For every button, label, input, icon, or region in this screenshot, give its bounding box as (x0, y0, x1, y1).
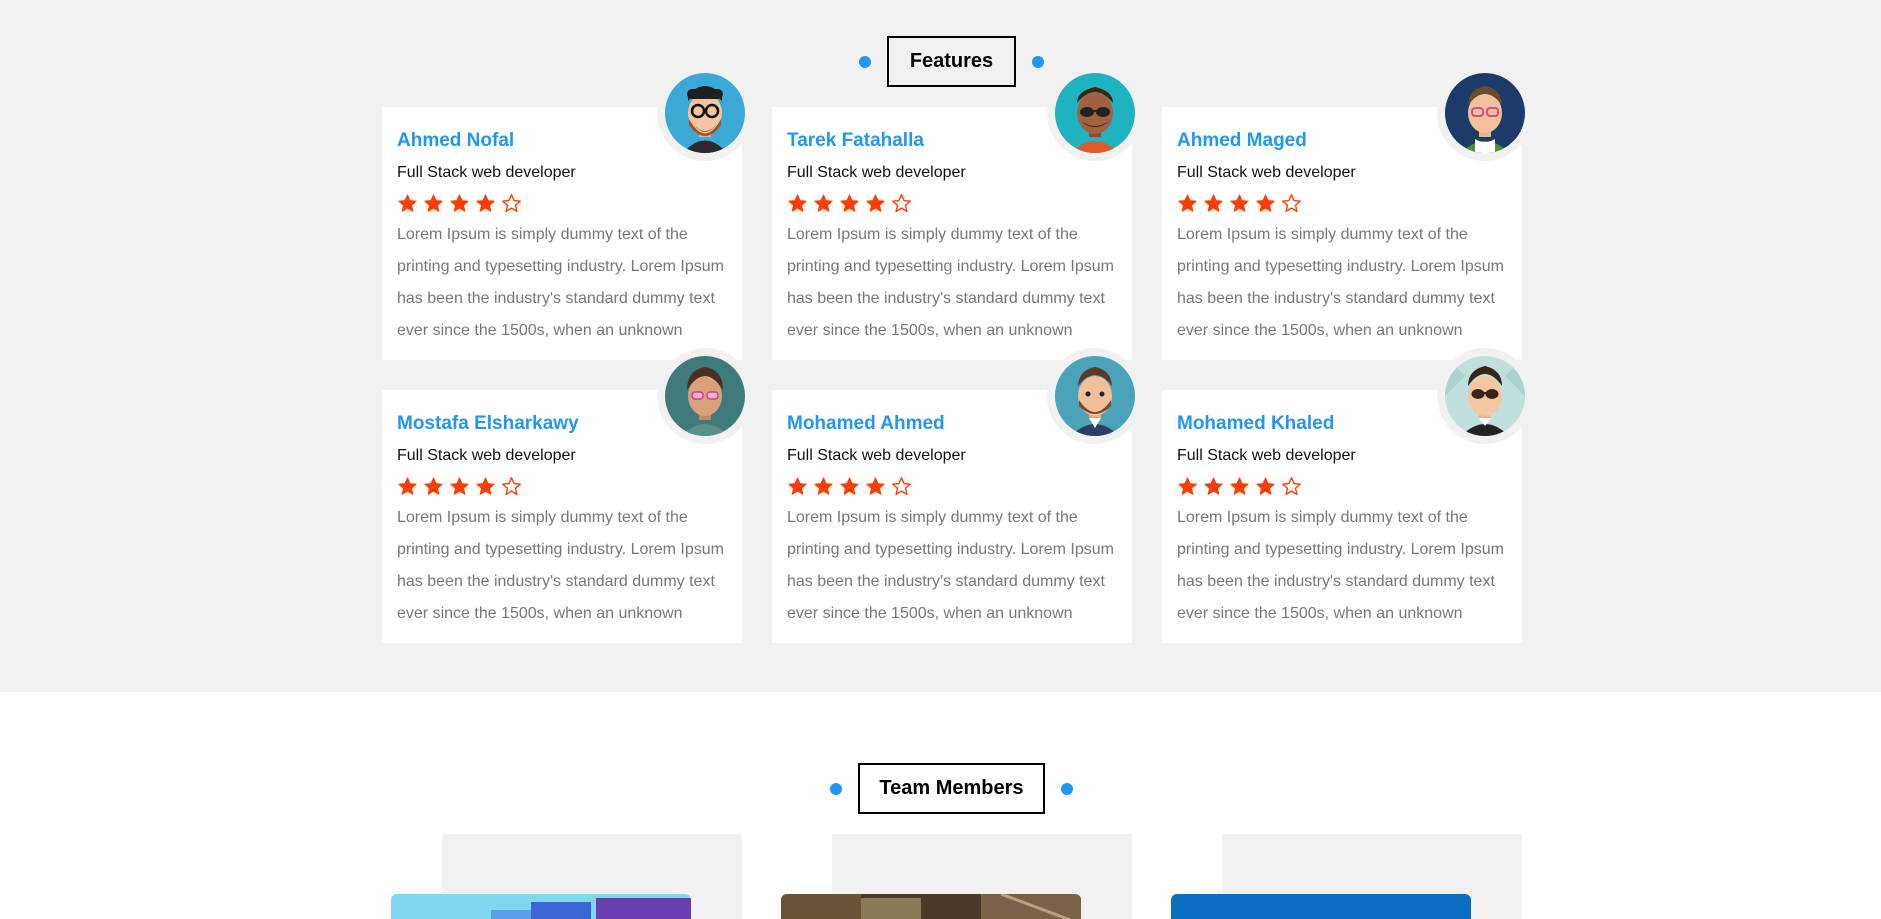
member-role: Full Stack web developer (1177, 447, 1356, 464)
heading-dot-right (1032, 56, 1044, 68)
avatar-frame (1437, 65, 1533, 161)
star-rating (1177, 192, 1508, 214)
team-member-photo (781, 894, 1081, 919)
star-filled-icon (866, 193, 885, 212)
star-filled-icon (1230, 476, 1249, 495)
star-rating (397, 475, 728, 497)
star-outline-icon (892, 193, 911, 212)
star-outline-icon (502, 193, 521, 212)
avatar (1055, 356, 1135, 436)
star-rating (787, 475, 1118, 497)
star-filled-icon (476, 476, 495, 495)
member-role: Full Stack web developer (397, 164, 576, 181)
testimonial-card: Tarek Fatahalla Full Stack web developer… (772, 65, 1143, 360)
star-filled-icon (788, 193, 807, 212)
star-filled-icon (814, 476, 833, 495)
star-rating (787, 192, 1118, 214)
member-role: Full Stack web developer (1177, 164, 1356, 181)
avatar (1055, 73, 1135, 153)
star-filled-icon (1256, 476, 1275, 495)
star-rating (397, 192, 728, 214)
team-heading: Team Members (858, 763, 1045, 814)
testimonial-card: Mostafa Elsharkawy Full Stack web develo… (382, 348, 753, 643)
testimonial-text: Lorem Ipsum is simply dummy text of the … (787, 226, 1114, 339)
member-role: Full Stack web developer (397, 447, 576, 464)
testimonial-text: Lorem Ipsum is simply dummy text of the … (397, 509, 724, 622)
testimonial-text: Lorem Ipsum is simply dummy text of the … (1177, 509, 1504, 622)
heading-dot-right (1061, 783, 1073, 795)
star-outline-icon (1282, 193, 1301, 212)
avatar-frame (657, 65, 753, 161)
star-filled-icon (424, 476, 443, 495)
star-filled-icon (1178, 476, 1197, 495)
features-heading: Features (887, 36, 1016, 87)
star-filled-icon (1230, 193, 1249, 212)
star-filled-icon (1178, 193, 1197, 212)
testimonial-text: Lorem Ipsum is simply dummy text of the … (787, 509, 1114, 622)
star-filled-icon (450, 193, 469, 212)
avatar-frame (657, 348, 753, 444)
star-filled-icon (1256, 193, 1275, 212)
team-member-photo (391, 894, 691, 919)
star-filled-icon (1204, 476, 1223, 495)
testimonial-text: Lorem Ipsum is simply dummy text of the … (397, 226, 724, 339)
avatar-frame (1437, 348, 1533, 444)
star-filled-icon (1204, 193, 1223, 212)
team-member-photo (1171, 894, 1471, 919)
avatar-frame (1047, 348, 1143, 444)
star-filled-icon (398, 476, 417, 495)
testimonial-card: Ahmed Nofal Full Stack web developer Lor… (382, 65, 753, 360)
star-filled-icon (788, 476, 807, 495)
avatar (665, 356, 745, 436)
member-role: Full Stack web developer (787, 447, 966, 464)
avatar-frame (1047, 65, 1143, 161)
heading-dot-left (859, 56, 871, 68)
star-filled-icon (866, 476, 885, 495)
star-filled-icon (424, 193, 443, 212)
avatar (1445, 356, 1525, 436)
star-outline-icon (892, 476, 911, 495)
star-filled-icon (840, 476, 859, 495)
star-filled-icon (398, 193, 417, 212)
star-filled-icon (476, 193, 495, 212)
testimonial-text: Lorem Ipsum is simply dummy text of the … (1177, 226, 1504, 339)
star-filled-icon (450, 476, 469, 495)
features-section: Features Ahmed Nofal Full Stack web deve… (0, 0, 1881, 692)
member-role: Full Stack web developer (787, 164, 966, 181)
testimonial-card: Mohamed Khaled Full Stack web developer … (1162, 348, 1533, 643)
star-outline-icon (1282, 476, 1301, 495)
star-filled-icon (814, 193, 833, 212)
avatar (665, 73, 745, 153)
testimonial-card: Mohamed Ahmed Full Stack web developer L… (772, 348, 1143, 643)
star-rating (1177, 475, 1508, 497)
star-outline-icon (502, 476, 521, 495)
star-filled-icon (840, 193, 859, 212)
avatar (1445, 73, 1525, 153)
testimonial-card: Ahmed Maged Full Stack web developer Lor… (1162, 65, 1533, 360)
heading-dot-left (830, 783, 842, 795)
